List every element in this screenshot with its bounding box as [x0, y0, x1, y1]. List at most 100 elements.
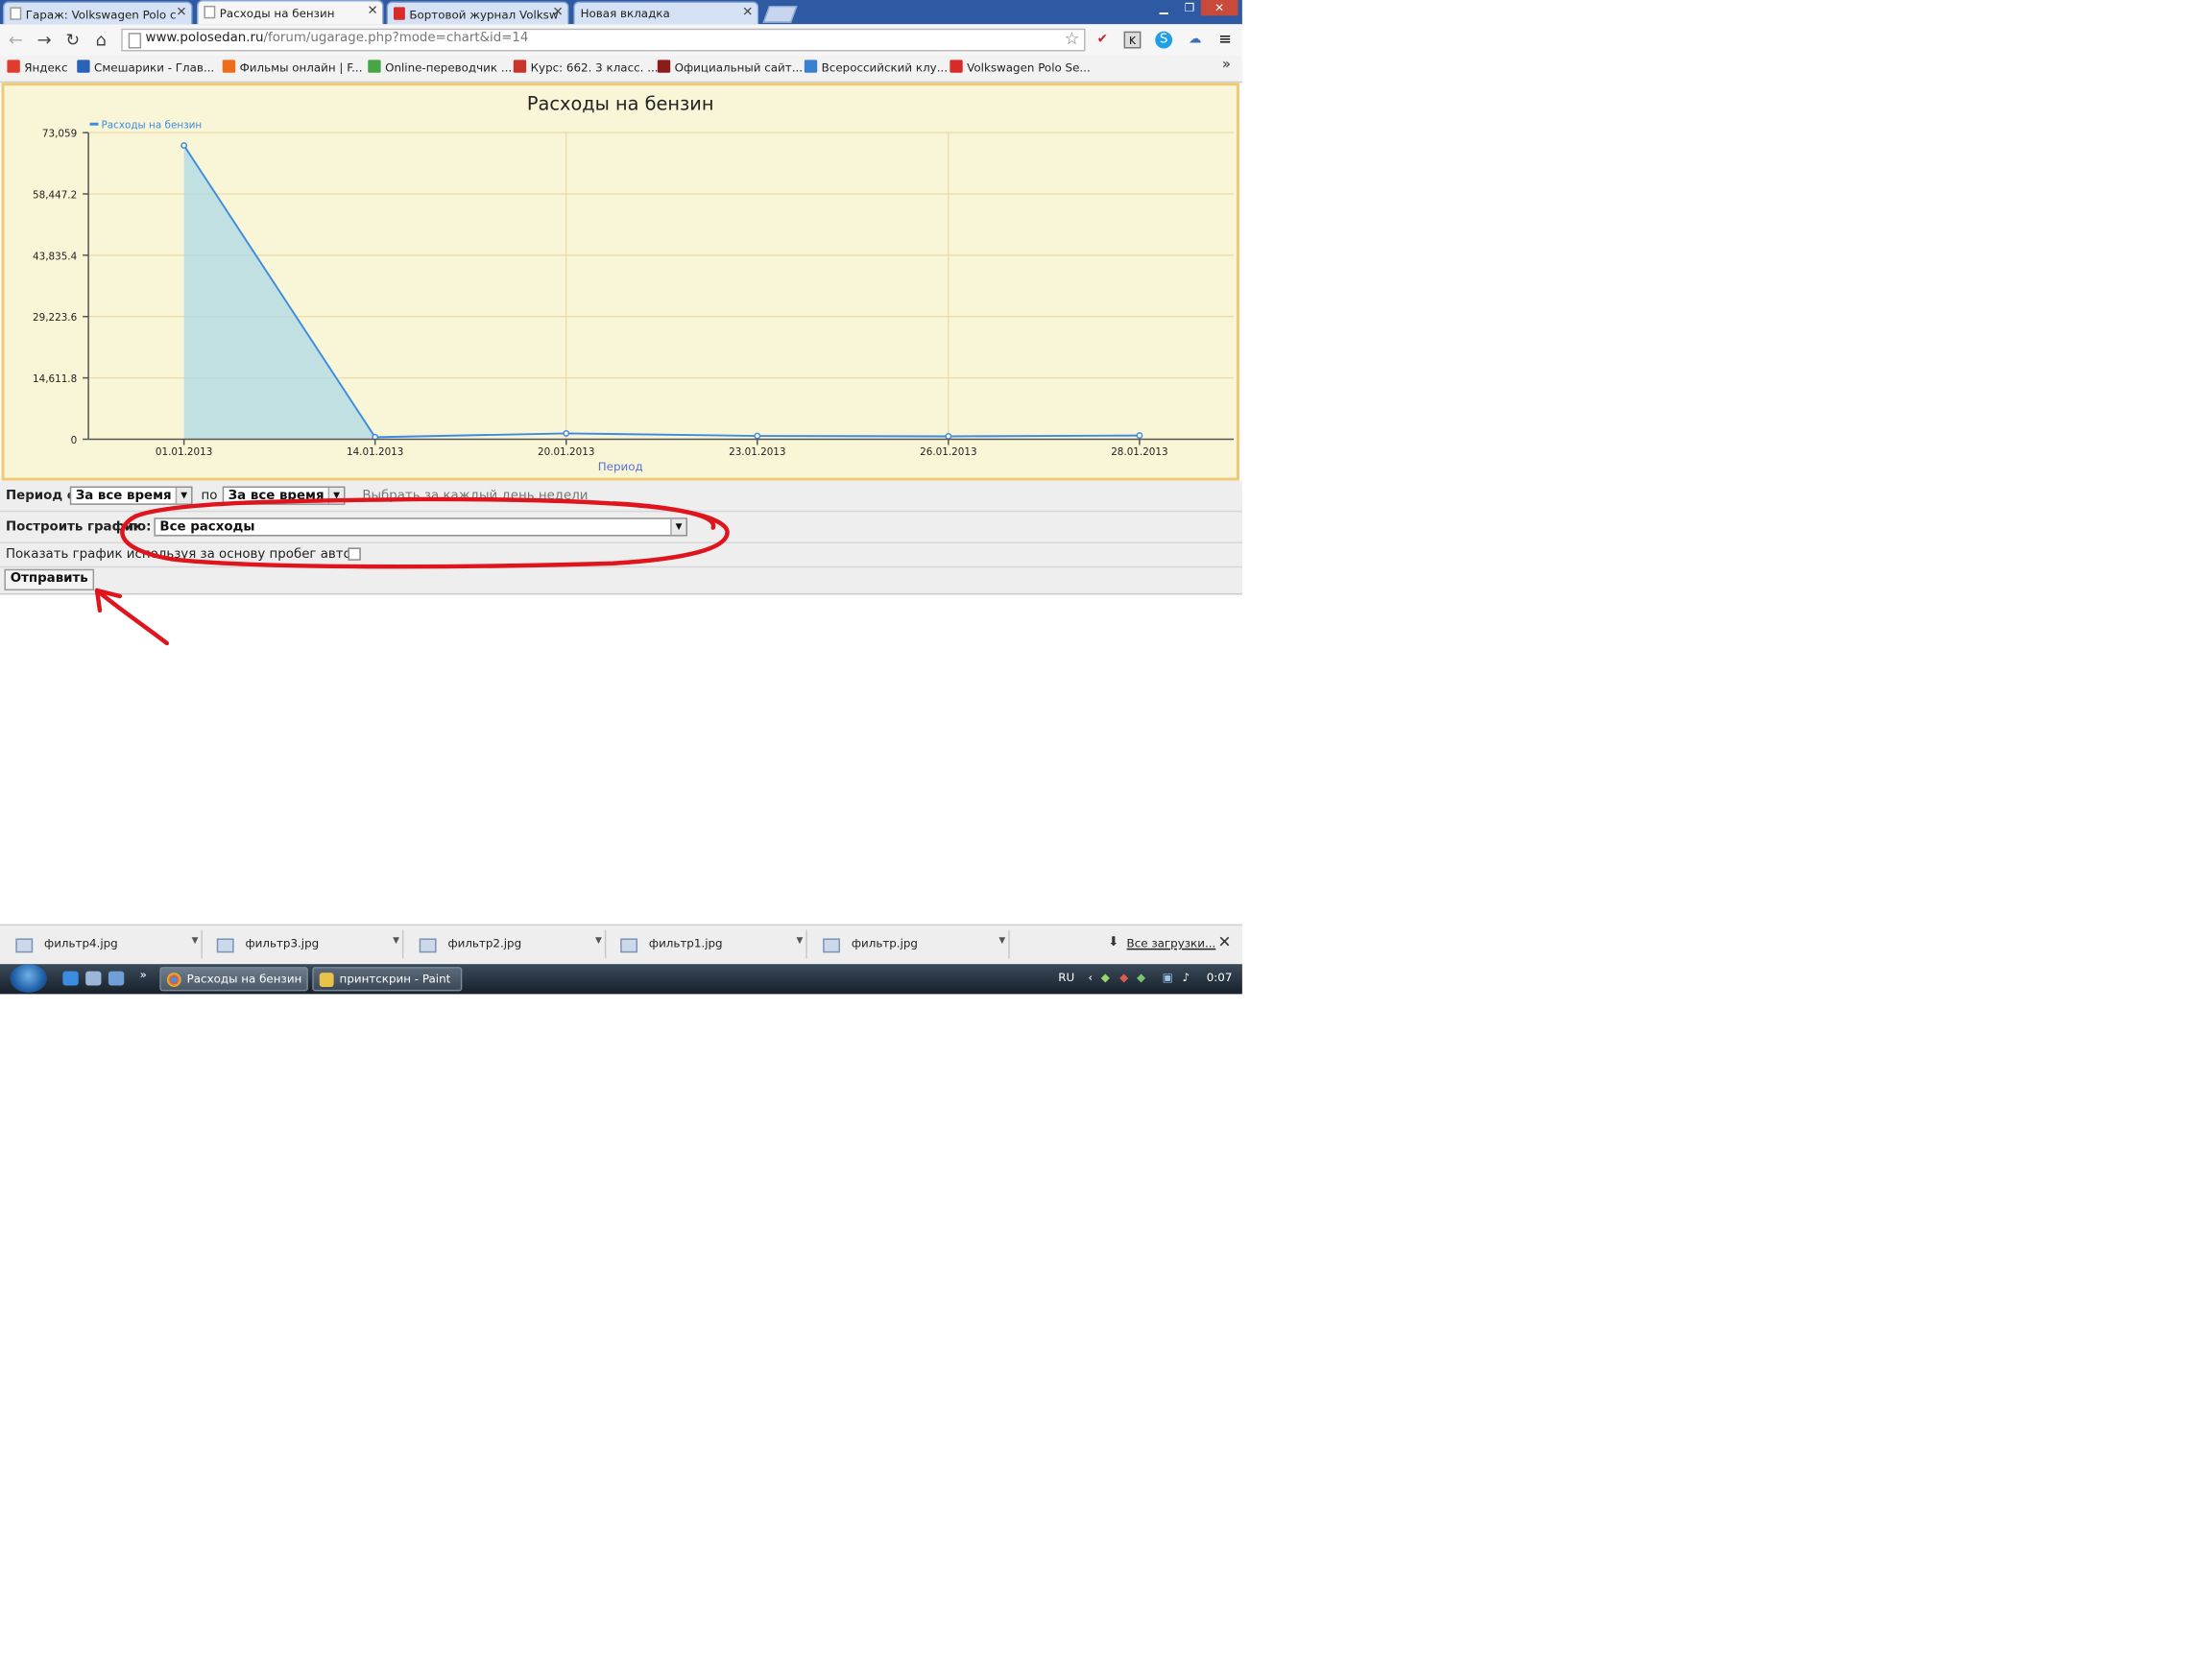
period-to-select[interactable]: За все время ▼: [222, 486, 346, 505]
more-quicklaunch-icon[interactable]: »: [140, 969, 147, 981]
browser-toolbar: ← → ↻ ⌂ www.polosedan.ru/forum/ugarage.p…: [0, 24, 1242, 56]
ie-icon[interactable]: [62, 971, 79, 986]
task-label: принтскрин - Paint: [339, 973, 451, 986]
page-icon: [10, 7, 22, 20]
tab-label: Бортовой журнал Volksw: [409, 8, 559, 22]
x-tick-label: 26.01.2013: [920, 446, 976, 458]
bookmark-films[interactable]: Фильмы онлайн | F...: [222, 60, 363, 75]
download-item[interactable]: фильтр4.jpg ▼: [4, 929, 203, 959]
bookmark-official-site[interactable]: Официальный сайт...: [657, 60, 803, 74]
download-item[interactable]: фильтр1.jpg ▼: [609, 929, 807, 959]
y-tick-label: 0: [71, 435, 78, 446]
bookmark-yandex[interactable]: Яндекс: [7, 60, 68, 74]
taskbar-chrome[interactable]: Расходы на бензин ...: [159, 967, 308, 992]
red-d-icon: [950, 60, 963, 73]
image-file-icon: [823, 938, 840, 953]
submit-button[interactable]: Отправить: [4, 568, 95, 590]
taskbar-paint[interactable]: принтскрин - Paint: [312, 967, 463, 992]
bookmark-star-icon[interactable]: ☆: [1065, 29, 1080, 49]
menu-icon[interactable]: ≡: [1216, 31, 1234, 49]
tab-label: Расходы на бензин: [219, 7, 335, 20]
smeshariki-icon: [77, 60, 90, 73]
red-d-icon: [393, 7, 405, 20]
club-p-icon: [804, 60, 818, 73]
download-item[interactable]: фильтр.jpg ▼: [811, 929, 1010, 959]
more-bookmarks-icon[interactable]: »: [1222, 57, 1231, 72]
chevron-down-icon[interactable]: ▼: [595, 935, 602, 945]
download-name: фильтр2.jpg: [447, 936, 522, 950]
download-item[interactable]: фильтр2.jpg ▼: [408, 929, 607, 959]
period-from-label: Период с: [5, 489, 75, 504]
restore-icon[interactable]: ❐: [1178, 0, 1201, 15]
y-tick-label: 29,223.6: [33, 312, 77, 324]
tray-expand-icon[interactable]: ‹: [1088, 972, 1093, 984]
network-icon[interactable]: ▣: [1163, 972, 1173, 984]
select-value: За все время: [228, 489, 325, 504]
arrow-shaft: [94, 588, 170, 646]
period-to-label: по: [201, 489, 218, 504]
tab-fuel-expenses[interactable]: Расходы на бензин ✕: [196, 0, 384, 25]
back-arrow-icon[interactable]: ←: [6, 30, 26, 50]
data-point: [945, 433, 952, 440]
tray-icon[interactable]: ◆: [1137, 972, 1145, 984]
language-indicator[interactable]: RU: [1058, 972, 1074, 984]
volume-icon[interactable]: ♪: [1182, 972, 1190, 984]
y-tick-label: 43,835.4: [33, 251, 78, 262]
explorer-icon[interactable]: [85, 971, 102, 986]
period-from-select[interactable]: За все время ▼: [69, 486, 193, 505]
mileage-checkbox[interactable]: [348, 547, 361, 561]
tab-label: Новая вкладка: [580, 7, 670, 20]
window-close-icon[interactable]: ✕: [1200, 0, 1238, 16]
close-icon[interactable]: ✕: [176, 6, 186, 20]
chevron-down-icon[interactable]: ▼: [796, 935, 803, 945]
minimize-icon[interactable]: ▁: [1149, 0, 1178, 15]
skype-icon[interactable]: S: [1155, 31, 1173, 49]
close-icon[interactable]: ✕: [367, 4, 377, 18]
k-extension-icon[interactable]: K: [1123, 31, 1142, 49]
bookmark-label: Online-переводчик ...: [385, 60, 513, 75]
bookmark-smeshariki[interactable]: Смешарики - Глав...: [77, 60, 214, 74]
url-host: www.polosedan.ru: [145, 31, 264, 46]
build-by-label: по:: [128, 520, 152, 536]
bookmark-club[interactable]: Всероссийский клу...: [804, 60, 948, 74]
tab-logbook[interactable]: Бортовой журнал Volksw ✕: [386, 1, 569, 25]
close-icon[interactable]: ✕: [553, 6, 564, 20]
data-point: [180, 142, 188, 149]
chevron-down-icon[interactable]: ▼: [393, 935, 399, 945]
yandex-icon: [7, 60, 20, 73]
close-icon[interactable]: ✕: [1218, 933, 1232, 951]
chevron-down-icon[interactable]: ▼: [998, 935, 1005, 945]
address-bar[interactable]: www.polosedan.ru/forum/ugarage.php?mode=…: [121, 28, 1086, 52]
bookmark-polo-sedan[interactable]: Volkswagen Polo Se...: [950, 60, 1091, 74]
start-button[interactable]: [10, 964, 48, 993]
new-tab-button[interactable]: [762, 5, 798, 23]
cloud-icon[interactable]: ☁: [1187, 32, 1204, 49]
image-file-icon: [620, 938, 638, 953]
x-tick-label: 01.01.2013: [156, 446, 212, 458]
show-desktop-icon[interactable]: [108, 971, 125, 986]
all-downloads-link[interactable]: Все загрузки...: [1127, 937, 1216, 950]
forward-arrow-icon[interactable]: →: [35, 30, 55, 50]
page-icon: [204, 5, 216, 19]
chevron-down-icon: ▼: [327, 488, 345, 504]
tray-icon[interactable]: ◆: [1119, 972, 1128, 984]
x-tick-label: 23.01.2013: [729, 446, 785, 458]
bookmark-translator[interactable]: Online-переводчик ...: [368, 60, 512, 74]
image-file-icon: [419, 938, 437, 953]
reload-icon[interactable]: ↻: [62, 30, 83, 50]
clock[interactable]: 0:07: [1207, 972, 1233, 984]
bookmark-course[interactable]: Курс: 662. 3 класс. ...: [513, 60, 659, 74]
tab-new[interactable]: Новая вкладка ✕: [573, 1, 759, 25]
chevron-down-icon[interactable]: ▼: [192, 935, 199, 945]
tab-garage[interactable]: Гараж: Volkswagen Polo с ✕: [2, 1, 193, 25]
bookmark-label: Фильмы онлайн | F...: [239, 60, 363, 75]
build-by-select[interactable]: Все расходы ▼: [154, 517, 688, 537]
close-icon[interactable]: ✕: [742, 6, 753, 20]
home-icon[interactable]: ⌂: [91, 30, 111, 50]
kaspersky-icon[interactable]: ✔: [1094, 32, 1111, 49]
download-item[interactable]: фильтр3.jpg ▼: [205, 929, 404, 959]
x-tick-label: 20.01.2013: [538, 446, 594, 458]
tray-icon[interactable]: ◆: [1101, 972, 1110, 984]
x-tick-label: 14.01.2013: [347, 446, 403, 458]
task-label: Расходы на бензин ...: [186, 973, 308, 986]
